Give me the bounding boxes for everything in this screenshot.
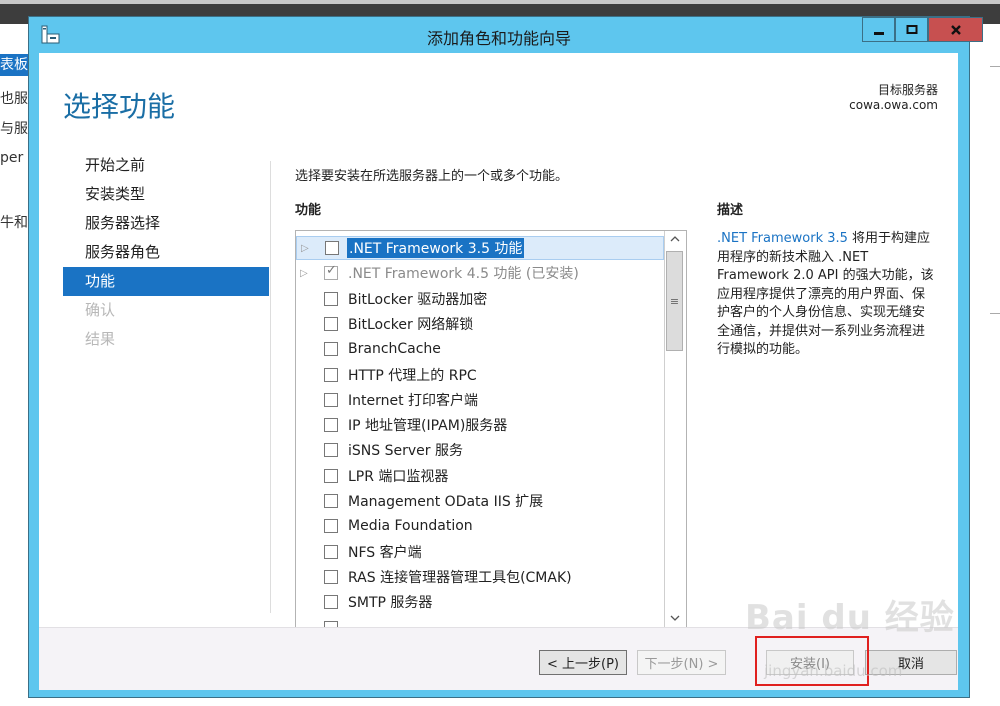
- target-server-value: cowa.owa.com: [849, 98, 938, 112]
- feature-label: Management OData IIS 扩展: [348, 494, 544, 510]
- feature-row[interactable]: BitLocker 驱动器加密: [296, 287, 664, 311]
- feature-checkbox[interactable]: [325, 241, 339, 255]
- nav-item-installation-type[interactable]: 安装类型: [63, 180, 269, 209]
- nav-item-server-selection[interactable]: 服务器选择: [63, 209, 269, 238]
- scroll-down-button[interactable]: [665, 610, 685, 628]
- feature-row[interactable]: LPR 端口监视器: [296, 464, 664, 488]
- feature-row[interactable]: Media Foundation: [296, 514, 664, 538]
- feature-label: IP 地址管理(IPAM)服务器: [348, 418, 508, 435]
- feature-checkbox[interactable]: [324, 569, 338, 584]
- minimize-button[interactable]: [862, 17, 895, 42]
- feature-checkbox[interactable]: [324, 291, 338, 306]
- feature-checkbox[interactable]: [324, 519, 338, 534]
- feature-row[interactable]: HTTP 代理上的 RPC: [296, 363, 664, 387]
- feature-checkbox[interactable]: [324, 418, 338, 433]
- features-header: 功能: [295, 203, 322, 218]
- feature-row[interactable]: NFS 客户端: [296, 540, 664, 564]
- feature-row[interactable]: Internet 打印客户端: [296, 388, 664, 412]
- description-panel: .NET Framework 3.5 将用于构建应用程序的新技术融入 .NET …: [717, 230, 937, 360]
- feature-checkbox[interactable]: [324, 367, 338, 382]
- chevron-up-icon: [670, 236, 680, 242]
- background-nav-item[interactable]: 表板: [0, 54, 30, 76]
- nav-item-features[interactable]: 功能: [63, 267, 269, 296]
- feature-label: RAS 连接管理器管理工具包(CMAK): [348, 569, 572, 586]
- nav-item-before-you-begin[interactable]: 开始之前: [63, 151, 269, 180]
- feature-row[interactable]: SMTP 服务器: [296, 590, 664, 614]
- feature-checkbox[interactable]: [324, 443, 338, 458]
- background-divider: [990, 313, 1000, 314]
- previous-button[interactable]: < 上一步(P): [539, 650, 627, 675]
- feature-label: LPR 端口监视器: [348, 468, 449, 485]
- page-title: 选择功能: [63, 90, 176, 123]
- scroll-up-button[interactable]: [665, 231, 685, 249]
- close-icon: [950, 24, 961, 35]
- feature-checkbox[interactable]: [324, 342, 338, 357]
- chevron-down-icon: [670, 615, 680, 621]
- feature-label: Internet 打印客户端: [348, 392, 479, 409]
- background-divider: [990, 66, 1000, 67]
- feature-label: BitLocker 驱动器加密: [348, 291, 488, 308]
- grip-icon: ≡: [669, 294, 680, 308]
- nav-item-server-roles[interactable]: 服务器角色: [63, 238, 269, 267]
- feature-checkbox[interactable]: [324, 494, 338, 508]
- feature-row[interactable]: RAS 连接管理器管理工具包(CMAK): [296, 565, 664, 589]
- feature-label: HTTP 代理上的 RPC: [348, 367, 477, 384]
- feature-row[interactable]: BranchCache: [296, 337, 664, 361]
- feature-label: BranchCache: [348, 341, 441, 358]
- feature-row[interactable]: ▷ .NET Framework 3.5 功能: [296, 236, 664, 260]
- maximize-button[interactable]: [895, 17, 928, 42]
- background-nav-item[interactable]: 与服: [0, 118, 30, 138]
- feature-checkbox[interactable]: [324, 544, 338, 559]
- feature-row[interactable]: ▷ ✓ .NET Framework 4.5 功能 (已安装): [296, 261, 664, 285]
- feature-row[interactable]: IP 地址管理(IPAM)服务器: [296, 413, 664, 437]
- feature-checkbox[interactable]: [324, 595, 338, 610]
- feature-row[interactable]: iSNS Server 服务: [296, 438, 664, 462]
- feature-label: NFS 客户端: [348, 544, 422, 561]
- feature-label: iSNS Server 服务: [348, 443, 463, 460]
- feature-row[interactable]: Management OData IIS 扩展: [296, 489, 664, 513]
- feature-label: BitLocker 网络解锁: [348, 316, 474, 333]
- maximize-icon: [906, 24, 917, 34]
- nav-divider: [270, 161, 271, 613]
- background-nav-item[interactable]: 牛和: [0, 212, 30, 232]
- window-title: 添加角色和功能向导: [426, 29, 571, 48]
- feature-checkbox: ✓: [324, 263, 338, 281]
- scroll-thumb[interactable]: ≡: [666, 251, 683, 351]
- feature-checkbox[interactable]: [324, 468, 338, 483]
- feature-label: .NET Framework 3.5 功能: [347, 238, 525, 258]
- watermark-url: jingyan.baidu.com: [764, 662, 903, 680]
- feature-checkbox[interactable]: [324, 392, 338, 407]
- nav-item-results: 结果: [85, 330, 116, 348]
- description-feature-name: .NET Framework 3.5: [717, 231, 848, 246]
- watermark-logo: Bai du 经验: [745, 598, 955, 638]
- expand-arrow-icon[interactable]: ▷: [300, 268, 310, 279]
- expand-arrow-icon[interactable]: ▷: [301, 243, 311, 254]
- nav-item-confirmation: 确认: [85, 301, 116, 319]
- feature-label: .NET Framework 4.5 功能 (已安装): [348, 266, 579, 283]
- next-button: 下一步(N) >: [637, 650, 726, 675]
- close-button[interactable]: [928, 17, 983, 42]
- wizard-nav: 开始之前 安装类型 服务器选择 服务器角色 功能 确认 结果: [63, 151, 269, 354]
- feature-label: Media Foundation: [348, 518, 473, 535]
- background-nav-item[interactable]: 也服: [0, 88, 30, 108]
- features-list[interactable]: ≡ ▷ .NET Framework 3.5 功能 ▷ ✓ .NET Framework…: [295, 230, 687, 629]
- vertical-scrollbar[interactable]: ≡: [664, 231, 686, 628]
- description-header: 描述: [717, 203, 744, 218]
- minimize-icon: [873, 31, 884, 35]
- feature-row[interactable]: BitLocker 网络解锁: [296, 312, 664, 336]
- checkmark-icon: ✓: [326, 263, 337, 279]
- description-text: 将用于构建应用程序的新技术融入 .NET Framework 2.0 API 的…: [717, 231, 934, 357]
- background-server-manager: 表板 也服 与服 per 牛和: [0, 24, 30, 706]
- target-server-label: 目标服务器: [877, 83, 938, 97]
- feature-label: SMTP 服务器: [348, 595, 433, 612]
- title-bar[interactable]: 添加角色和功能向导: [29, 17, 983, 52]
- instruction-text: 选择要安装在所选服务器上的一个或多个功能。: [295, 169, 569, 184]
- feature-checkbox[interactable]: [324, 316, 338, 331]
- background-nav-item[interactable]: per: [0, 150, 30, 166]
